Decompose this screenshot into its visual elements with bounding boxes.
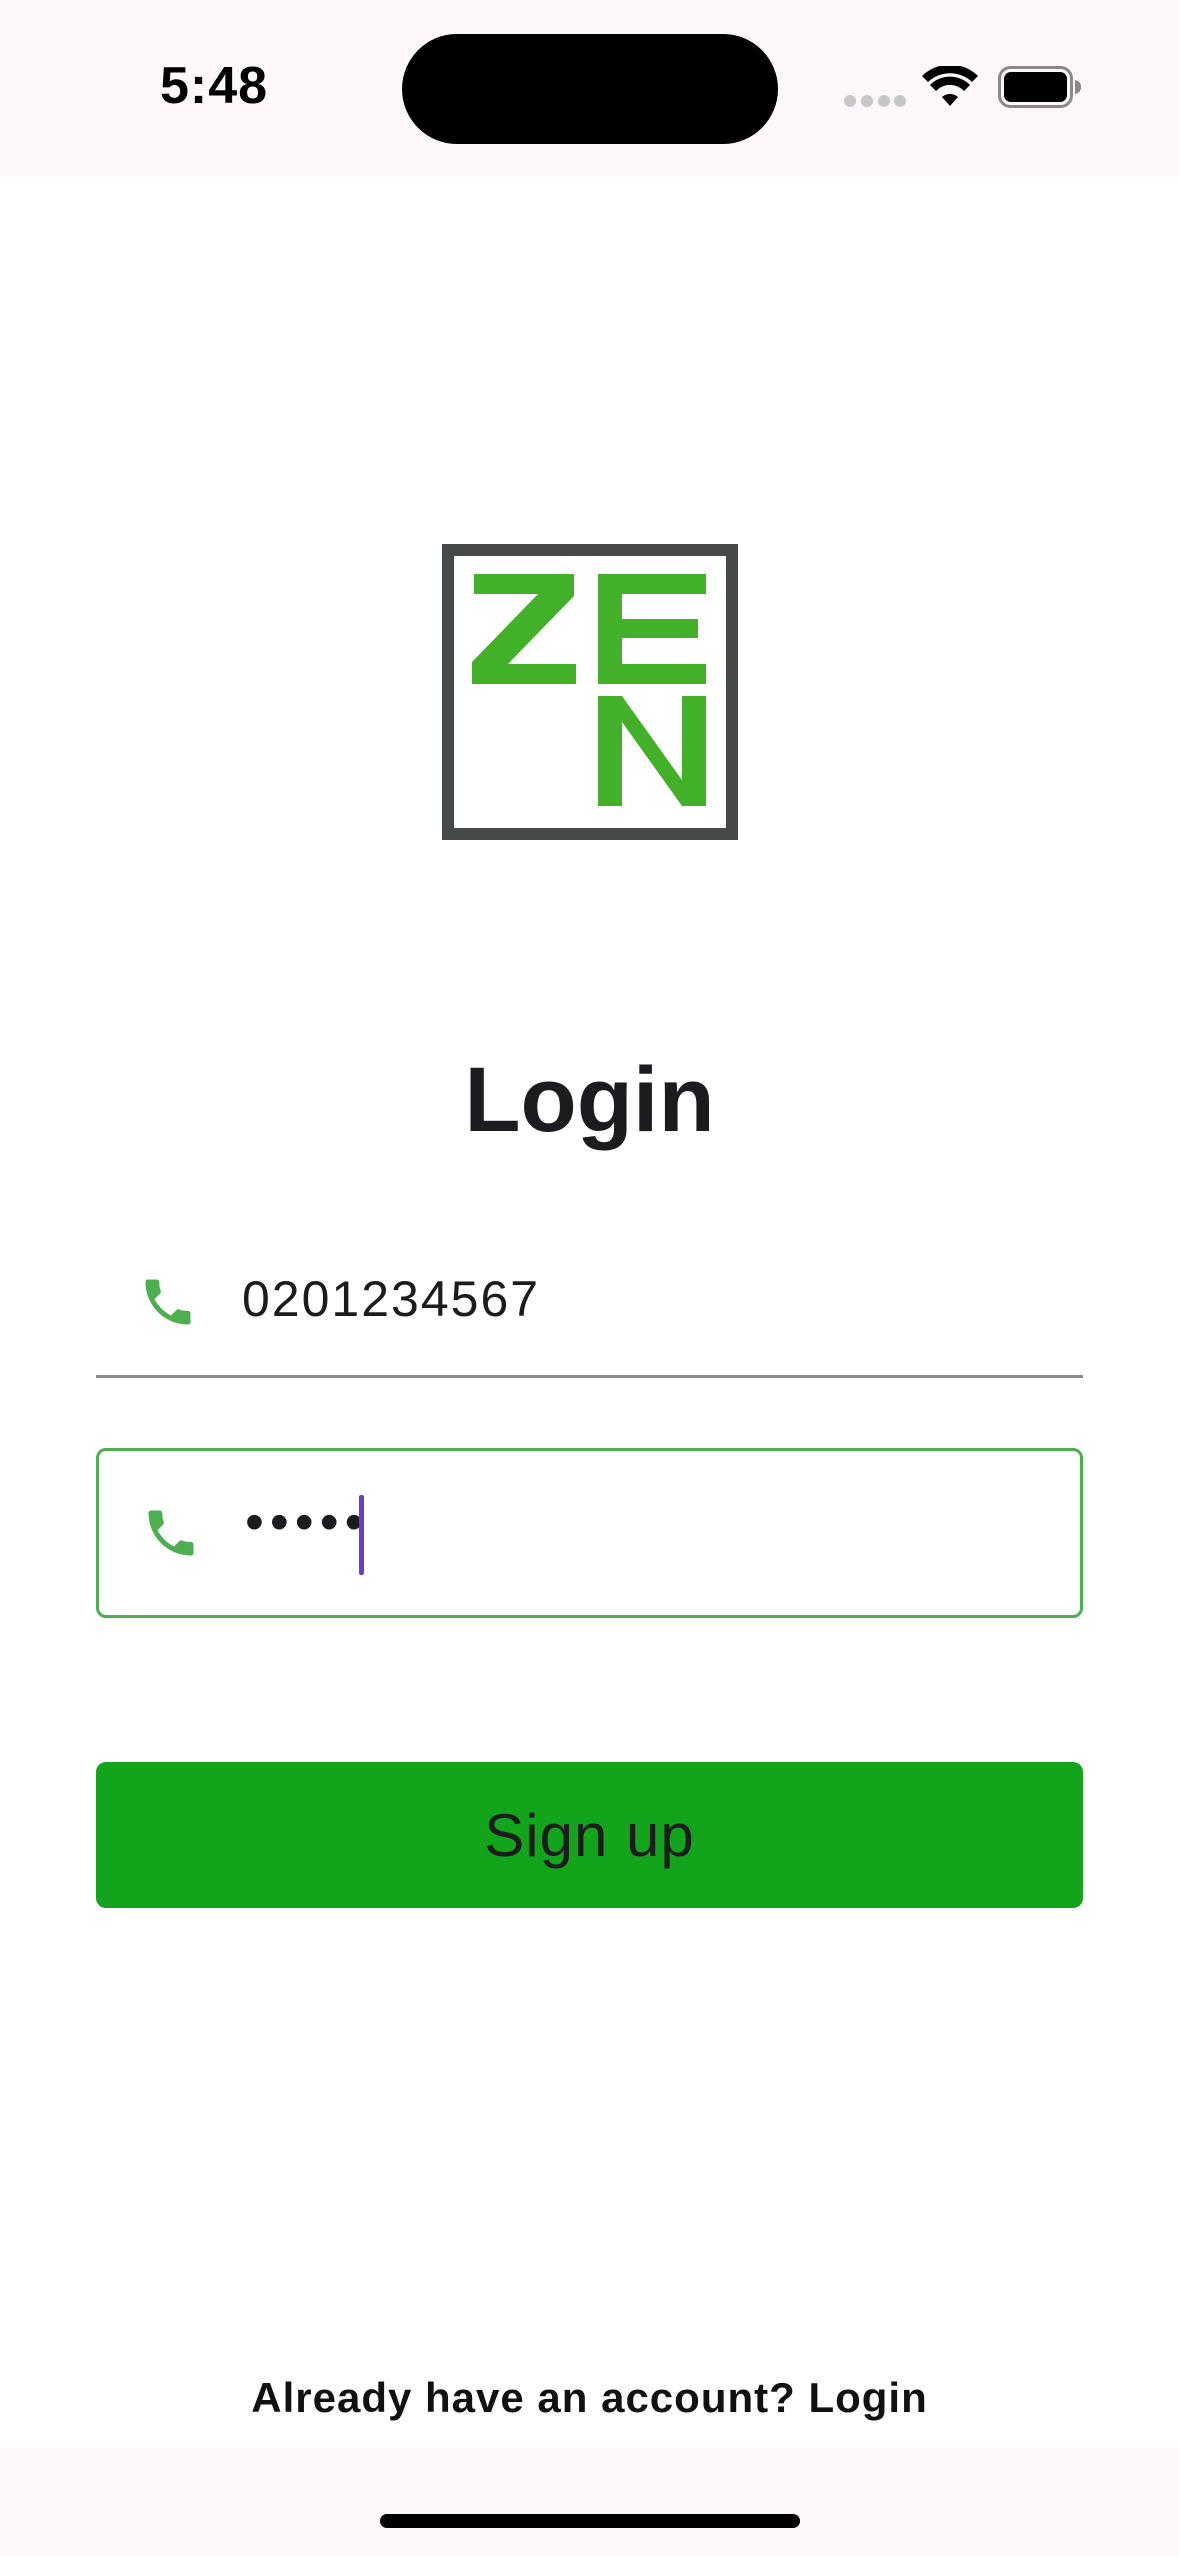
status-bar: 5:48	[0, 0, 1179, 176]
dynamic-island	[402, 34, 778, 144]
signup-button[interactable]: Sign up	[96, 1762, 1083, 1908]
password-field[interactable]: •••••	[96, 1448, 1083, 1618]
bottom-bar	[0, 2448, 1179, 2556]
home-indicator[interactable]	[380, 2514, 800, 2528]
password-value: •••••	[245, 1492, 370, 1552]
page-title: Login	[464, 1049, 715, 1151]
zen-logo	[442, 544, 738, 840]
phone-value: 0201234567	[242, 1271, 541, 1327]
phone-icon	[145, 1279, 191, 1325]
status-time: 5:48	[160, 57, 269, 115]
login-screen: 5:48 Login 0201234567 ••••• Sign up Alre…	[0, 0, 1179, 2556]
phone-field[interactable]: 0201234567	[96, 1224, 1083, 1378]
signal-icon	[844, 95, 906, 107]
phone-icon	[148, 1510, 194, 1556]
login-link[interactable]: Already have an account? Login	[0, 2374, 1179, 2422]
wifi-icon	[922, 66, 978, 106]
battery-icon	[998, 66, 1081, 108]
text-caret	[359, 1495, 364, 1575]
